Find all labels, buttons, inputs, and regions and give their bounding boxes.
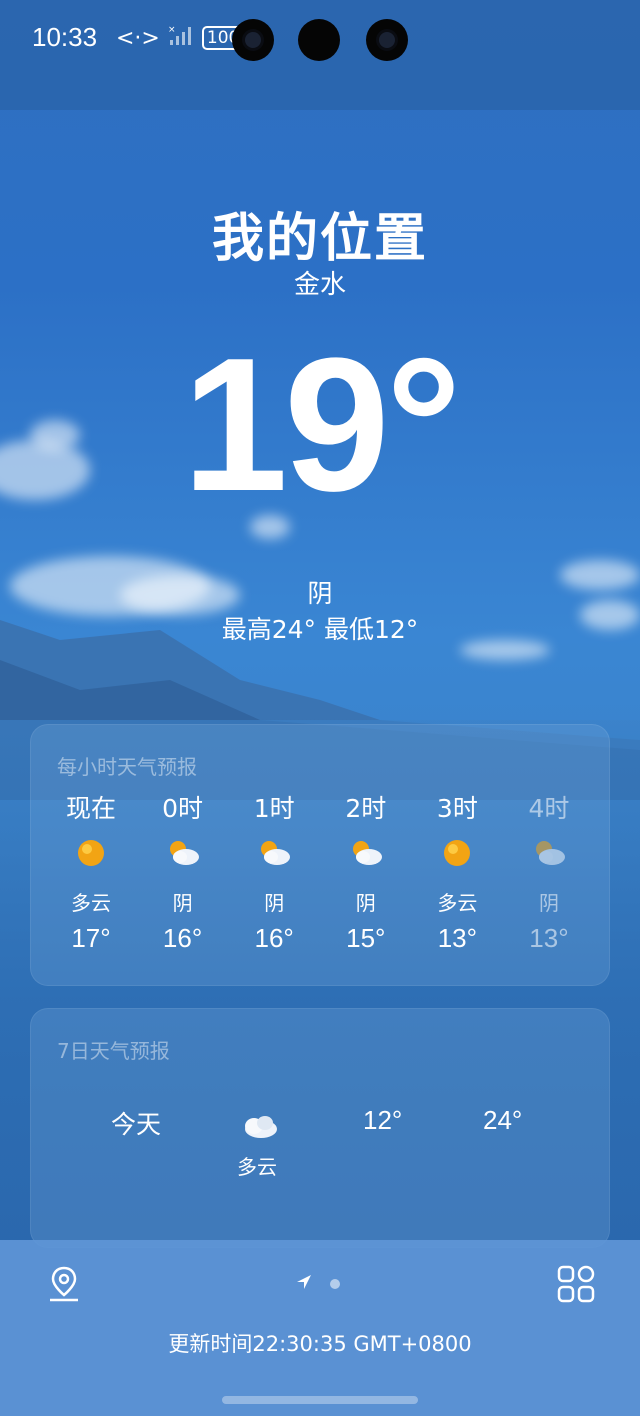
update-time: 更新时间22:30:35 GMT+0800 bbox=[168, 1332, 472, 1356]
cloud-icon bbox=[239, 1111, 279, 1145]
day-condition: 多云 bbox=[237, 1155, 277, 1179]
camera-cutout-icon bbox=[232, 19, 274, 61]
hour-condition: 阴 bbox=[538, 891, 559, 915]
location-pin-icon[interactable] bbox=[44, 1264, 84, 1304]
hourly-item: 3时 多云 13° bbox=[421, 789, 493, 954]
hour-condition: 阴 bbox=[355, 891, 376, 915]
hour-temperature: 17° bbox=[71, 923, 111, 953]
location-title: 我的位置 bbox=[211, 209, 428, 269]
sun-icon bbox=[55, 823, 127, 883]
hourly-forecast-title: 每小时天气预报 bbox=[57, 755, 197, 779]
hour-condition: 多云 bbox=[71, 891, 111, 915]
partly-cloudy-icon bbox=[238, 823, 310, 883]
camera-cutout-icon bbox=[366, 19, 408, 61]
sun-icon bbox=[421, 823, 493, 883]
hourly-item: 1时 阴 16° bbox=[238, 789, 310, 954]
home-indicator[interactable] bbox=[222, 1396, 418, 1404]
camera-cutout-icon bbox=[298, 19, 340, 61]
hour-temperature: 16° bbox=[254, 923, 294, 953]
hour-condition: 阴 bbox=[172, 891, 193, 915]
hour-condition: 多云 bbox=[437, 891, 478, 915]
hour-temperature: 13° bbox=[437, 923, 478, 953]
daily-forecast-card[interactable]: 7日天气预报 今天 多云 12° 24° bbox=[30, 1008, 610, 1248]
hourly-item: 0时 阴 16° bbox=[147, 789, 219, 954]
daily-forecast-title: 7日天气预报 bbox=[57, 1039, 170, 1063]
signal-icon: × bbox=[168, 24, 194, 52]
day-low-temperature: 12° bbox=[363, 1105, 403, 1135]
navigation-arrow-icon bbox=[296, 1274, 312, 1294]
hourly-forecast-card[interactable]: 每小时天气预报 现在 多云 17° 0时 阴 16° 1时 阴 16° 2时 阴… bbox=[30, 724, 610, 986]
hour-temperature: 15° bbox=[346, 923, 386, 953]
status-bar: 10:33 <·> × 100 bbox=[0, 0, 640, 110]
hour-label: 4时 bbox=[528, 794, 570, 823]
status-time: 10:33 bbox=[32, 22, 98, 52]
hourly-forecast-list[interactable]: 现在 多云 17° 0时 阴 16° 1时 阴 16° 2时 阴 15° 3时 … bbox=[31, 789, 609, 954]
partly-cloudy-icon bbox=[513, 823, 585, 883]
hour-temperature: 13° bbox=[529, 923, 569, 953]
hour-label: 1时 bbox=[253, 794, 295, 823]
bottom-bar: 更新时间22:30:35 GMT+0800 bbox=[0, 1240, 640, 1416]
day-high-temperature: 24° bbox=[483, 1105, 523, 1135]
hour-label: 现在 bbox=[65, 794, 116, 823]
hour-label: 0时 bbox=[162, 794, 204, 823]
link-icon: <·> bbox=[116, 25, 160, 51]
day-label: 今天 bbox=[111, 1110, 162, 1139]
status-icons: <·> × 100 bbox=[116, 24, 245, 52]
page-dot bbox=[330, 1279, 340, 1289]
hourly-item: 现在 多云 17° bbox=[55, 789, 127, 954]
partly-cloudy-icon bbox=[147, 823, 219, 883]
hour-condition: 阴 bbox=[264, 891, 285, 915]
high-low-temperature: 最高24° 最低12° bbox=[221, 615, 419, 644]
partly-cloudy-icon bbox=[330, 823, 402, 883]
hourly-item: 4时 阴 13° bbox=[513, 789, 585, 954]
current-temperature: 19° bbox=[182, 319, 461, 531]
daily-row[interactable]: 今天 多云 12° 24° bbox=[31, 1105, 609, 1185]
city-list-grid-icon[interactable] bbox=[556, 1264, 596, 1304]
location-subtitle: 金水 bbox=[293, 270, 346, 300]
page-indicator bbox=[296, 1274, 340, 1294]
hourly-item: 2时 阴 15° bbox=[330, 789, 402, 954]
hour-label: 2时 bbox=[345, 794, 387, 823]
hour-temperature: 16° bbox=[162, 923, 203, 953]
svg-text:×: × bbox=[168, 25, 176, 35]
current-condition: 阴 bbox=[307, 579, 333, 608]
hour-label: 3时 bbox=[436, 794, 478, 823]
